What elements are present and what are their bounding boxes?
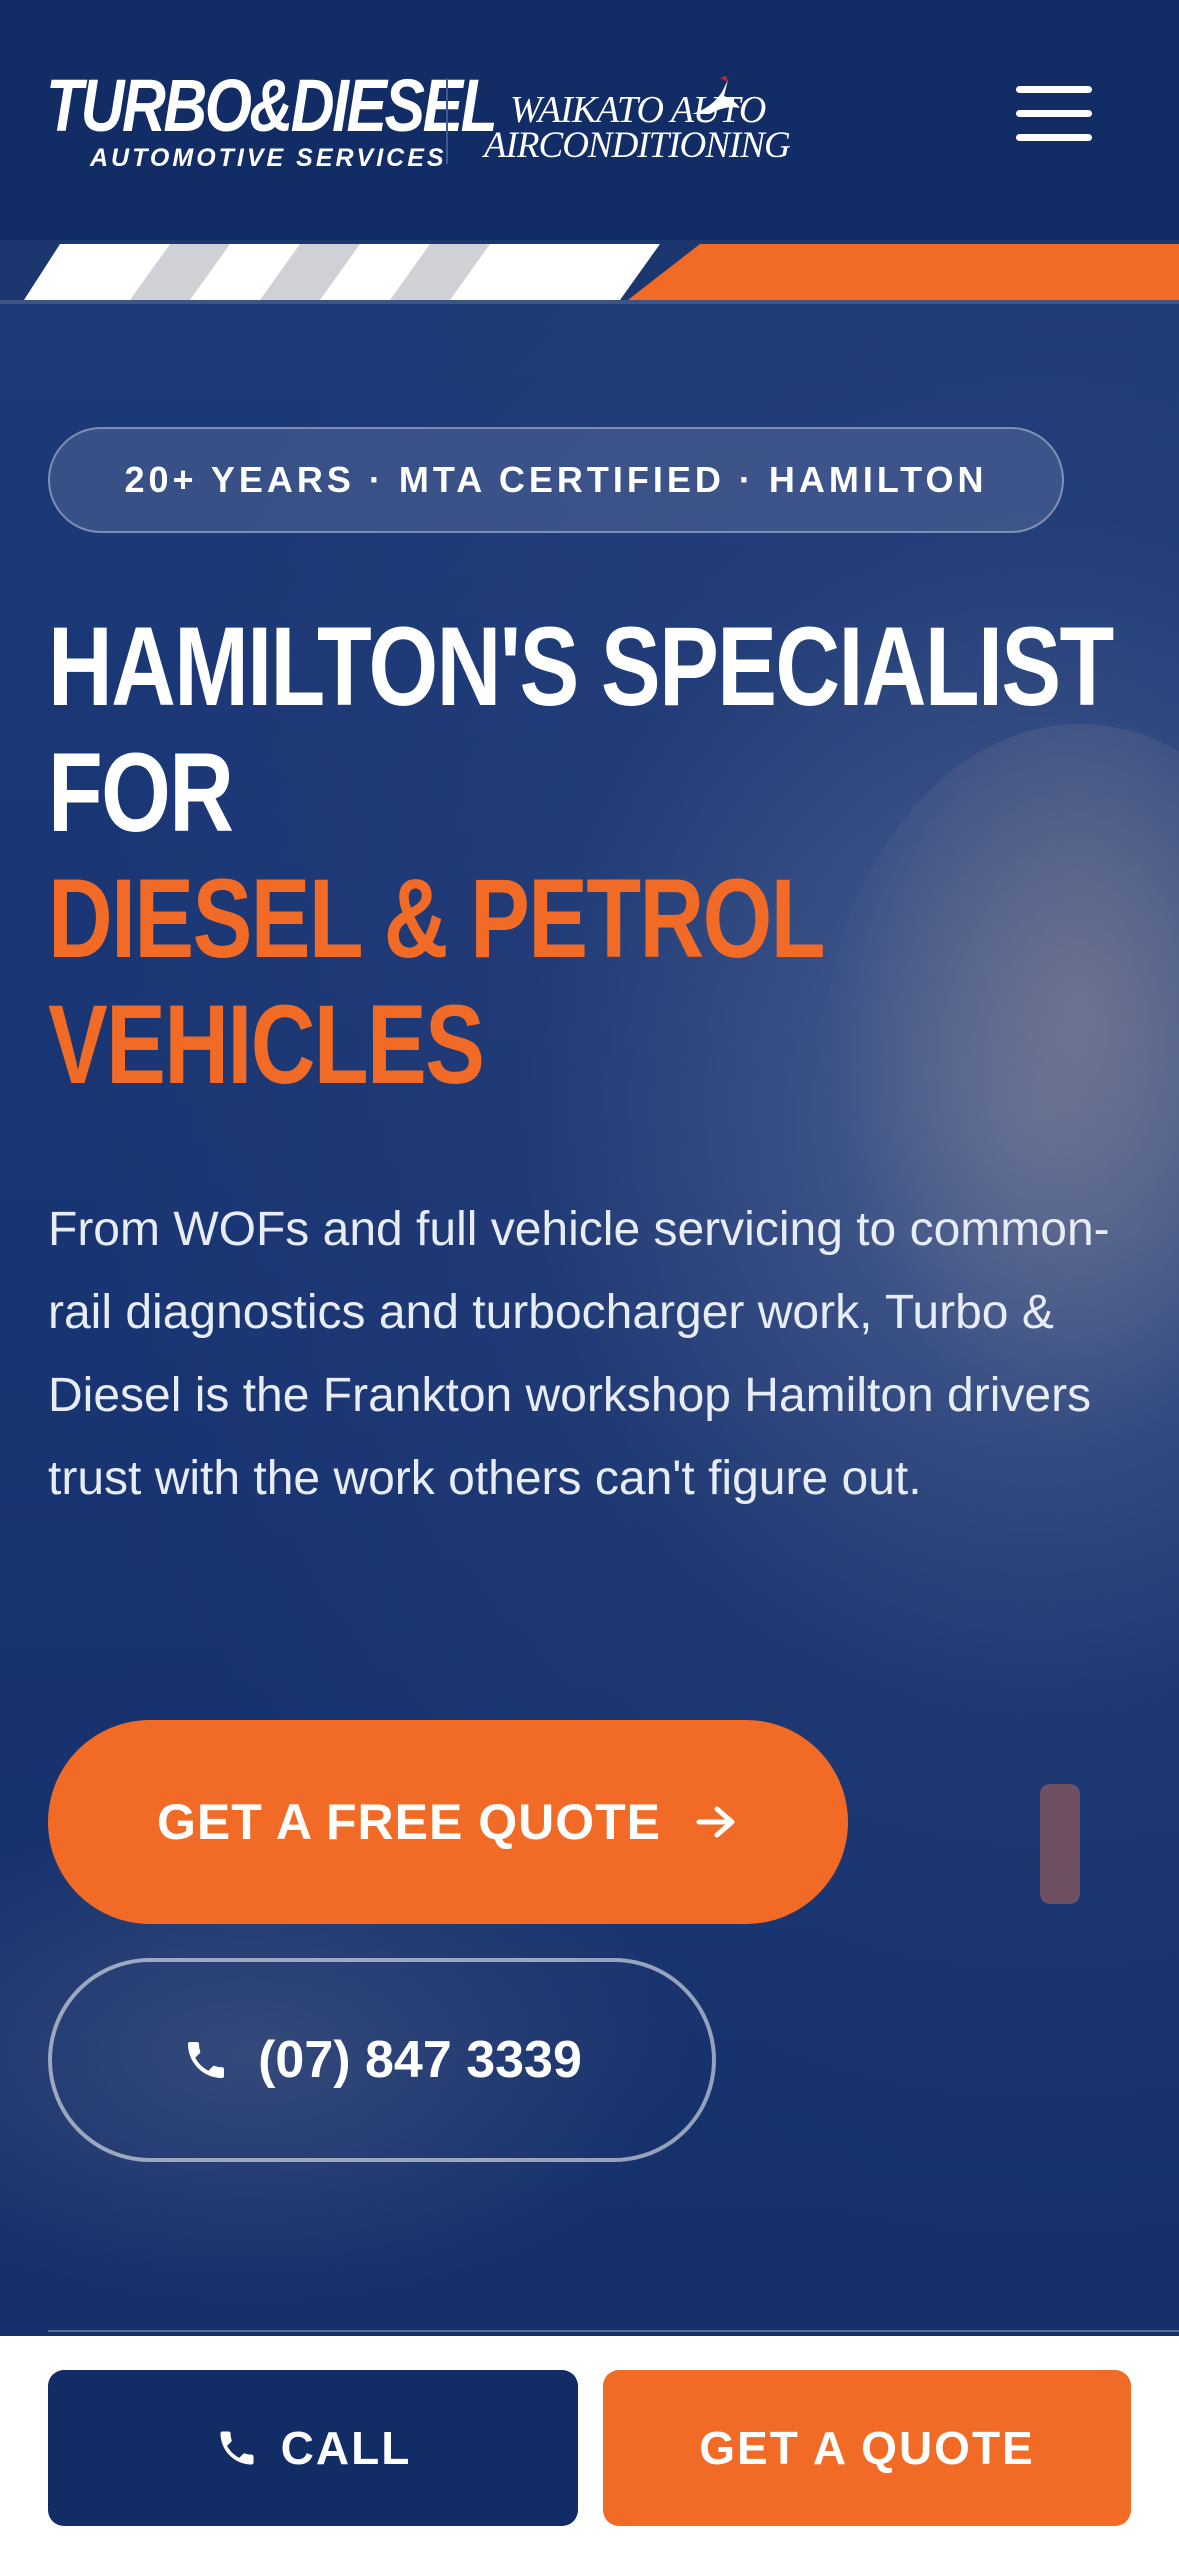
phone-icon (188, 2042, 225, 2078)
hero-intro-text: From WOFs and full vehicle servicing to … (48, 1203, 1110, 1505)
arrow-right-icon (696, 1806, 735, 1838)
hero-divider (48, 2330, 1179, 2332)
turbo-diesel-logo[interactable]: TURBO&DIESEL AUTOMOTIVE SERVICES (46, 64, 498, 178)
menu-button[interactable] (1010, 86, 1094, 150)
hero-background-cone (1040, 1784, 1080, 1904)
hamburger-menu-icon-bar (1016, 110, 1092, 117)
get-free-quote-label: GET A FREE QUOTE (157, 1794, 661, 1850)
hamburger-menu-icon (1016, 86, 1092, 93)
logo-divider (446, 78, 448, 164)
get-free-quote-button[interactable]: GET A FREE QUOTE (48, 1720, 848, 1924)
hero-headline-highlight-line2: VEHICLES (48, 982, 485, 1107)
site-header: TURBO&DIESEL AUTOMOTIVE SERVICES WAIKATO… (0, 0, 1179, 240)
logo-primary-subtext: AUTOMOTIVE SERVICES (90, 144, 447, 172)
sticky-bottom-bar: CALL GET A QUOTE (0, 2336, 1179, 2556)
call-button[interactable]: CALL (48, 2370, 578, 2526)
waikato-auto-aircon-logo[interactable]: WAIKATO AUTO AIRCONDITIONING (484, 70, 824, 170)
logo-primary-text: TURBO&DIESEL (46, 64, 498, 147)
get-a-quote-button[interactable]: GET A QUOTE (603, 2370, 1131, 2526)
phone-number: (07) 847 3339 (258, 2031, 582, 2089)
hero-badge: 20+ YEARS · MTA CERTIFIED · HAMILTON (48, 427, 1064, 533)
get-a-quote-label: GET A QUOTE (699, 2422, 1035, 2474)
hamburger-menu-icon-bar (1016, 134, 1092, 141)
phone-button[interactable]: (07) 847 3339 (48, 1958, 716, 2162)
decorative-stripe-band (0, 240, 1179, 304)
phone-icon (220, 2431, 254, 2465)
hero-headline-highlight-line1: DIESEL & PETROL (48, 856, 825, 981)
hero-headline: HAMILTON'S SPECIALIST FOR DIESEL & PETRO… (48, 604, 1114, 1108)
hero-headline-line1: HAMILTON'S SPECIALIST (48, 604, 1114, 729)
hero-section: 20+ YEARS · MTA CERTIFIED · HAMILTON HAM… (0, 304, 1179, 2336)
call-label: CALL (280, 2422, 412, 2474)
logo-secondary-line2: AIRCONDITIONING (484, 125, 791, 166)
hero-headline-line2: FOR (48, 730, 234, 855)
